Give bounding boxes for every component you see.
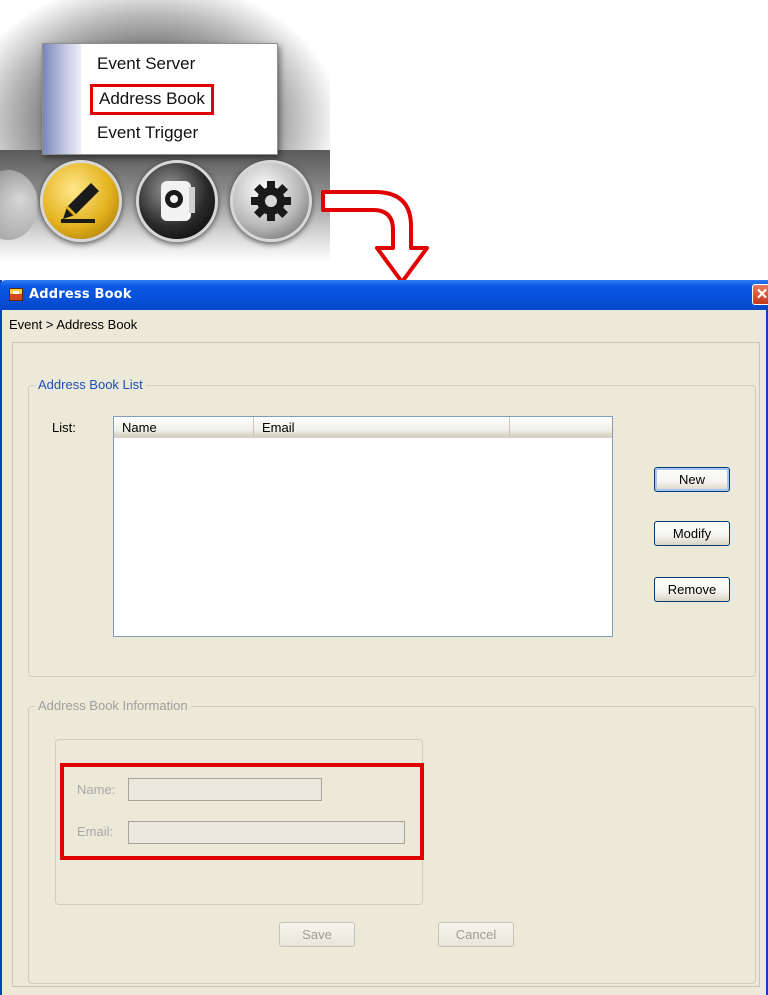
window-title: Address Book <box>29 287 132 302</box>
list-label: List: <box>52 420 76 435</box>
context-menu: Event Server Address Book Event Trigger <box>42 43 278 155</box>
address-book-information-legend: Address Book Information <box>35 698 191 714</box>
menu-side-stripe <box>43 44 81 154</box>
list-header: Name Email <box>114 417 612 438</box>
new-button[interactable]: New <box>654 467 730 492</box>
curved-arrow-icon <box>321 190 429 284</box>
save-button[interactable]: Save <box>279 922 355 947</box>
cancel-button[interactable]: Cancel <box>438 922 514 947</box>
breadcrumb: Event > Address Book <box>9 317 138 332</box>
menu-item-event-trigger[interactable]: Event Trigger <box>97 123 198 143</box>
address-book-list-legend: Address Book List <box>35 377 146 393</box>
gear-icon <box>251 181 291 221</box>
camera-dock-button[interactable] <box>136 160 218 242</box>
close-button[interactable]: ✕ <box>752 284 768 305</box>
highlight-box <box>60 763 424 860</box>
modify-button[interactable]: Modify <box>654 521 730 546</box>
app-icon <box>9 288 23 301</box>
event-dock-button[interactable] <box>40 160 122 242</box>
settings-dock-button[interactable] <box>230 160 312 242</box>
menu-item-event-server[interactable]: Event Server <box>97 54 195 74</box>
remove-button[interactable]: Remove <box>654 577 730 602</box>
address-list[interactable]: Name Email <box>113 416 613 637</box>
column-header-name[interactable]: Name <box>114 417 254 436</box>
menu-item-address-book[interactable]: Address Book <box>90 84 214 115</box>
title-bar: Address Book ✕ <box>0 280 768 310</box>
column-header-email[interactable]: Email <box>254 417 510 436</box>
pencil-icon <box>61 183 99 223</box>
camera-icon <box>161 181 195 221</box>
